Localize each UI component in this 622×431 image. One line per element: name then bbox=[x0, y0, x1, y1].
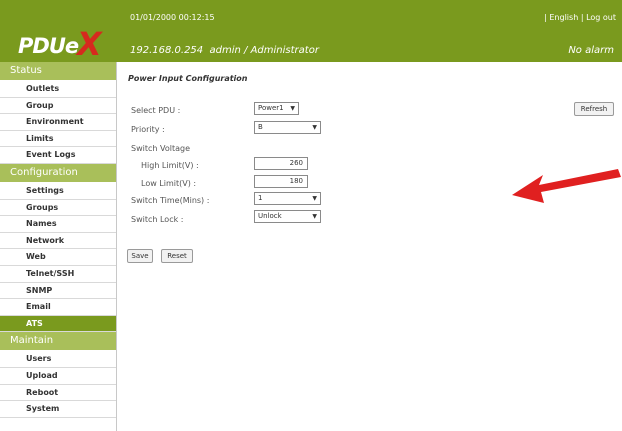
sidebar-item-reboot[interactable]: Reboot bbox=[0, 385, 116, 402]
dropdown-arrow-icon: ▼ bbox=[312, 124, 317, 131]
switch-time-value: 1 bbox=[258, 194, 263, 202]
ip-user-line: 192.168.0.254 admin / Administrator bbox=[130, 45, 319, 56]
switch-lock-label: Switch Lock : bbox=[131, 215, 184, 224]
sidebar-item-limits[interactable]: Limits bbox=[0, 131, 116, 148]
logo-x: X bbox=[77, 25, 102, 63]
red-arrow-annotation-icon bbox=[512, 169, 621, 203]
select-pdu-label: Select PDU : bbox=[131, 106, 181, 115]
sidebar-item-telnet-ssh[interactable]: Telnet/SSH bbox=[0, 266, 116, 283]
sidebar-item-ats[interactable]: ATS bbox=[0, 315, 116, 333]
user-role: admin / Administrator bbox=[209, 45, 319, 56]
sidebar-item-outlets[interactable]: Outlets bbox=[0, 81, 116, 98]
high-limit-label: High Limit(V) : bbox=[141, 161, 199, 170]
top-header: PDUe X 01/01/2000 00:12:15 | English | L… bbox=[0, 0, 622, 63]
pdue-logo: PDUe X bbox=[10, 14, 115, 63]
save-button[interactable]: Save bbox=[127, 249, 153, 263]
reset-button[interactable]: Reset bbox=[161, 249, 193, 263]
datetime: 01/01/2000 00:12:15 bbox=[130, 13, 215, 22]
priority-value: B bbox=[258, 123, 263, 131]
main-content: Power Input Configuration Select PDU : P… bbox=[124, 62, 622, 431]
sidebar-item-group[interactable]: Group bbox=[0, 98, 116, 115]
sidebar-item-upload[interactable]: Upload bbox=[0, 368, 116, 385]
separator: | bbox=[580, 13, 584, 22]
sidebar-item-system[interactable]: System bbox=[0, 401, 116, 418]
low-limit-label: Low Limit(V) : bbox=[141, 179, 197, 188]
switch-voltage-label: Switch Voltage bbox=[131, 144, 190, 153]
low-limit-input[interactable]: 180 bbox=[254, 175, 308, 188]
separator: | bbox=[544, 13, 547, 22]
sidebar-section-maintain: Maintain bbox=[0, 332, 116, 352]
select-pdu-dropdown[interactable]: Power1 ▼ bbox=[254, 102, 299, 115]
sidebar-item-users[interactable]: Users bbox=[0, 351, 116, 368]
english-link[interactable]: English bbox=[549, 13, 578, 22]
sidebar-item-environment[interactable]: Environment bbox=[0, 114, 116, 131]
sidebar: Status Outlets Group Environment Limits … bbox=[0, 62, 117, 431]
sidebar-section-status: Status bbox=[0, 62, 116, 81]
sidebar-item-event-logs[interactable]: Event Logs bbox=[0, 147, 116, 164]
sidebar-item-groups[interactable]: Groups bbox=[0, 200, 116, 217]
sidebar-item-web[interactable]: Web bbox=[0, 249, 116, 266]
switch-time-dropdown[interactable]: 1 ▼ bbox=[254, 192, 321, 205]
sidebar-section-configuration: Configuration bbox=[0, 163, 116, 183]
sidebar-item-email[interactable]: Email bbox=[0, 299, 116, 316]
switch-lock-dropdown[interactable]: Unlock ▼ bbox=[254, 210, 321, 223]
refresh-button[interactable]: Refresh bbox=[574, 102, 614, 116]
sidebar-item-settings[interactable]: Settings bbox=[0, 183, 116, 200]
header-links: | English | Log out bbox=[544, 13, 616, 22]
sidebar-item-snmp[interactable]: SNMP bbox=[0, 283, 116, 300]
sidebar-item-names[interactable]: Names bbox=[0, 216, 116, 233]
high-limit-input[interactable]: 260 bbox=[254, 157, 308, 170]
dropdown-arrow-icon: ▼ bbox=[312, 213, 317, 220]
select-pdu-value: Power1 bbox=[258, 104, 284, 112]
dropdown-arrow-icon: ▼ bbox=[312, 195, 317, 202]
priority-label: Priority : bbox=[131, 125, 165, 134]
switch-time-label: Switch Time(Mins) : bbox=[131, 196, 210, 205]
logout-link[interactable]: Log out bbox=[586, 13, 616, 22]
logo-text: PDUe bbox=[18, 34, 79, 58]
ip-address: 192.168.0.254 bbox=[130, 45, 204, 56]
page-title: Power Input Configuration bbox=[128, 74, 248, 83]
priority-dropdown[interactable]: B ▼ bbox=[254, 121, 321, 134]
sidebar-item-network[interactable]: Network bbox=[0, 233, 116, 250]
alarm-status: No alarm bbox=[568, 45, 614, 56]
dropdown-arrow-icon: ▼ bbox=[290, 105, 295, 112]
switch-lock-value: Unlock bbox=[258, 212, 282, 220]
